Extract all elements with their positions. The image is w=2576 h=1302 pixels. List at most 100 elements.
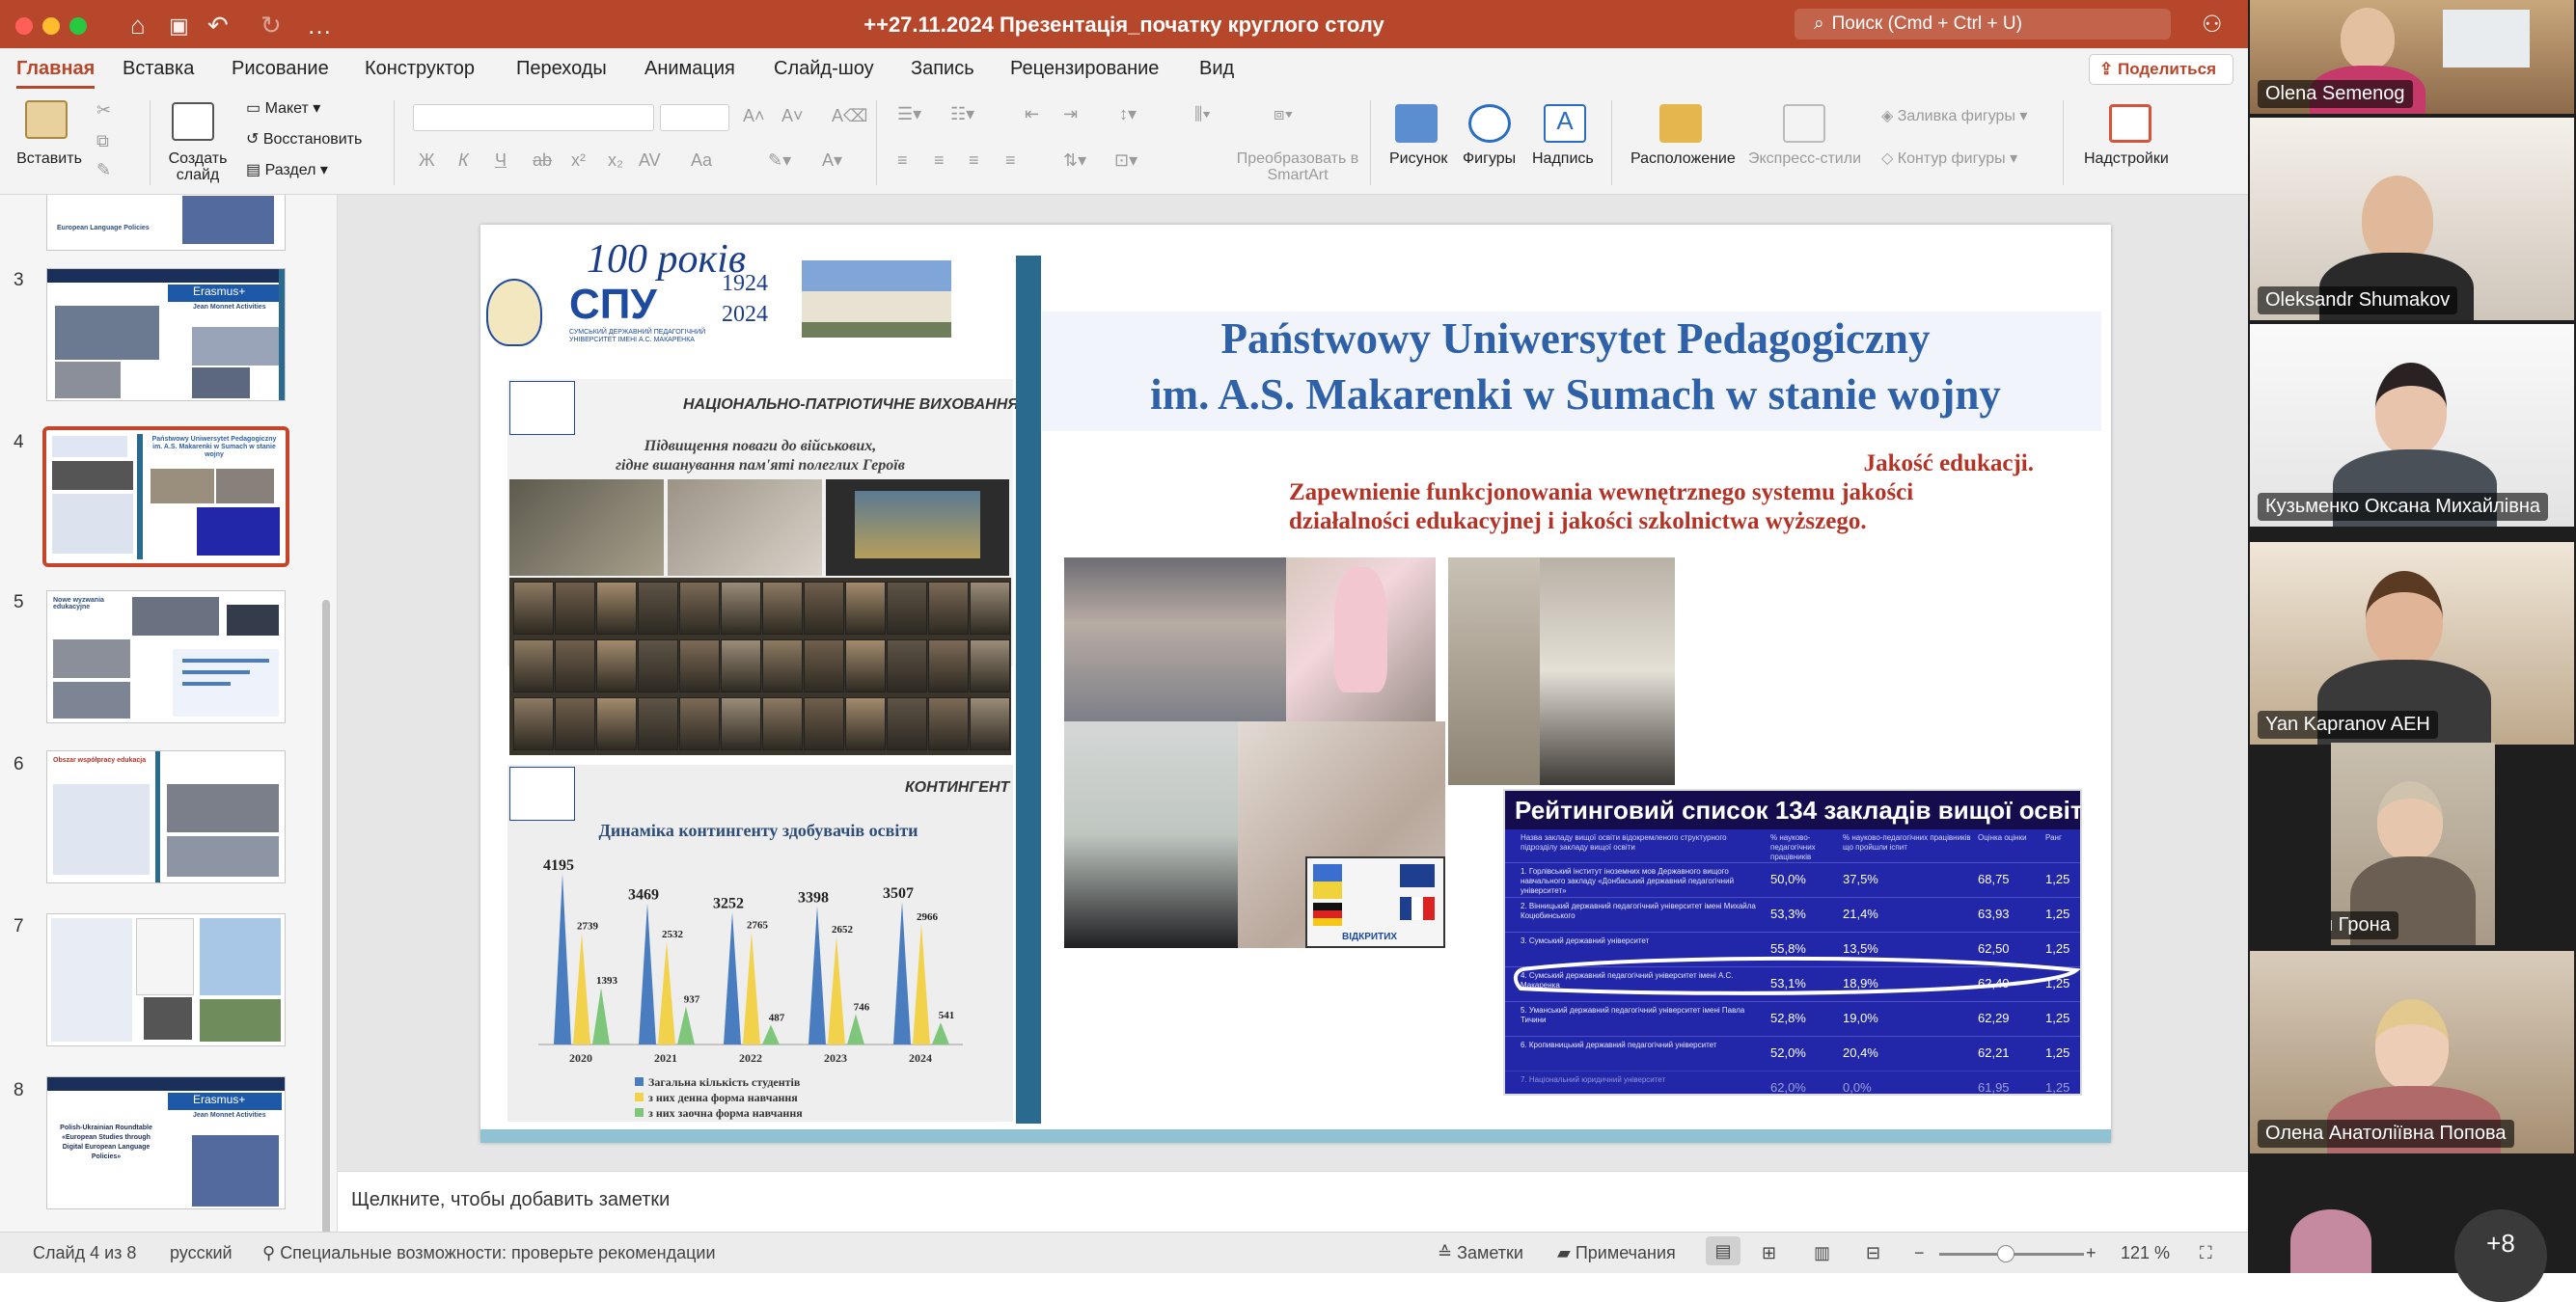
slide-thumbnail-8[interactable]: Erasmus+ Jean Monnet Activities Polish-U…	[46, 1076, 286, 1209]
undo-icon[interactable]: ↶	[207, 11, 229, 41]
slide-sorter-button[interactable]: ⊞	[1762, 1243, 1776, 1263]
textbox-icon[interactable]: A	[1544, 104, 1586, 143]
picture-icon[interactable]	[1395, 104, 1438, 143]
highlight-icon[interactable]: ✎▾	[768, 150, 791, 171]
zoom-out-button[interactable]: −	[1914, 1243, 1925, 1263]
increase-font-icon[interactable]: A˄	[743, 106, 765, 126]
tab-insert[interactable]: Вставка	[123, 58, 194, 80]
clipboard-icon[interactable]	[25, 100, 68, 139]
zoom-level[interactable]: 121 %	[2121, 1243, 2170, 1263]
bold-button[interactable]: Ж	[419, 150, 435, 171]
notes-toggle[interactable]: ≙ Заметки	[1438, 1243, 1523, 1263]
fit-slide-button[interactable]: ⛶	[2200, 1243, 2212, 1263]
participant-tile-5[interactable]: Наталія Грона	[2331, 743, 2495, 945]
comments-toggle[interactable]: ▰ Примечания	[1557, 1243, 1676, 1263]
copy-icon[interactable]: ⧉	[96, 131, 109, 151]
font-color-icon[interactable]: A▾	[822, 150, 842, 171]
participant-tile-6[interactable]: Олена Анатоліївна Попова	[2250, 951, 2574, 1153]
tab-design[interactable]: Конструктор	[365, 58, 475, 80]
bullets-icon[interactable]: ☰▾	[897, 104, 921, 124]
decrease-font-icon[interactable]: A˅	[781, 106, 804, 126]
notes-pane[interactable]: Щелкните, чтобы добавить заметки	[338, 1171, 2248, 1232]
line-spacing-icon[interactable]: ↕▾	[1119, 104, 1137, 124]
shape-fill-button[interactable]: ◈ Заливка фигуры ▾	[1881, 108, 2027, 124]
layout-button[interactable]: ▭ Макет ▾	[246, 100, 320, 117]
slide-thumbnail-3[interactable]: Erasmus+ Jean Monnet Activities	[46, 268, 286, 401]
align-text-icon[interactable]: ⊡▾	[1114, 150, 1137, 171]
tab-draw[interactable]: Рисование	[232, 58, 329, 80]
slide-thumbnail-5[interactable]: Nowe wyzwania edukacyjne	[46, 590, 286, 723]
tab-transitions[interactable]: Переходы	[516, 58, 607, 80]
smartart-icon[interactable]: ⧈▾	[1274, 104, 1293, 124]
paste-button[interactable]: Вставить	[15, 150, 83, 167]
current-slide[interactable]: 100 років СПУ 1924 2024 СУМСЬКИЙ ДЕРЖАВН…	[480, 225, 2111, 1143]
clear-format-icon[interactable]: A⌫	[832, 106, 867, 126]
section-button[interactable]: ▤ Раздел ▾	[246, 162, 328, 178]
font-family-select[interactable]	[413, 104, 654, 131]
slide-thumbnail-6[interactable]: Obszar współpracy edukacja	[46, 750, 286, 883]
tab-review[interactable]: Рецензирование	[1010, 58, 1159, 80]
subscript-button[interactable]: x₂	[608, 150, 623, 171]
picture-button[interactable]: Рисунок	[1389, 150, 1447, 167]
case-button[interactable]: Aa	[691, 150, 712, 171]
zoom-slider-thumb[interactable]	[1997, 1245, 2014, 1262]
tab-slideshow[interactable]: Слайд-шоу	[774, 58, 874, 80]
arrange-icon[interactable]	[1659, 104, 1702, 143]
share-button[interactable]: ⇪ Поделиться	[2089, 54, 2233, 85]
align-center-icon[interactable]: ≡	[934, 150, 945, 171]
language-indicator[interactable]: русский	[170, 1243, 233, 1263]
tab-record[interactable]: Запись	[911, 58, 974, 80]
participant-tile-4[interactable]: Yan Kapranov AEH	[2250, 542, 2574, 745]
tab-animations[interactable]: Анимация	[644, 58, 735, 80]
quick-styles-button[interactable]: Экспресс-стили	[1748, 150, 1861, 167]
increase-indent-icon[interactable]: ⇥	[1063, 104, 1078, 124]
tab-view[interactable]: Вид	[1199, 58, 1234, 80]
slideshow-button[interactable]: ⊟	[1866, 1243, 1880, 1263]
underline-button[interactable]: Ч	[495, 150, 507, 171]
justify-icon[interactable]: ≡	[1005, 150, 1016, 171]
textbox-button[interactable]: Надпись	[1532, 150, 1594, 167]
shapes-icon[interactable]	[1468, 104, 1511, 143]
decrease-indent-icon[interactable]: ⇤	[1025, 104, 1039, 124]
shape-outline-button[interactable]: ◇ Контур фигуры ▾	[1881, 150, 2017, 167]
save-icon[interactable]: ▣	[169, 14, 189, 39]
slide-thumbnail-4-selected[interactable]: Państwowy Uniwersytet Pedagogiczny im. A…	[42, 426, 289, 567]
minimize-window-button[interactable]	[42, 17, 60, 35]
addins-icon[interactable]	[2109, 104, 2151, 143]
rating-table-screenshot[interactable]: Рейтинговий список 134 закладів вищої ос…	[1503, 789, 2082, 1096]
shapes-button[interactable]: Фигуры	[1463, 150, 1516, 167]
new-slide-button[interactable]: Создать слайд	[159, 150, 236, 183]
reading-view-button[interactable]: ▥	[1814, 1243, 1830, 1263]
italic-button[interactable]: К	[458, 150, 469, 171]
more-participants-button[interactable]: +8	[2454, 1209, 2547, 1302]
participant-tile-3[interactable]: Кузьменко Оксана Михайлівна	[2250, 324, 2574, 527]
more-icon[interactable]: …	[307, 11, 332, 41]
spacing-button[interactable]: AV	[639, 150, 661, 171]
cut-icon[interactable]: ✂	[96, 100, 111, 121]
font-size-select[interactable]	[660, 104, 729, 131]
zoom-in-button[interactable]: +	[2086, 1243, 2096, 1263]
close-window-button[interactable]	[15, 17, 33, 35]
zoom-window-button[interactable]	[69, 17, 87, 35]
numbering-icon[interactable]: ☷▾	[950, 104, 974, 124]
convert-smartart-button[interactable]: Преобразовать в SmartArt	[1235, 150, 1360, 183]
format-painter-icon[interactable]: ✎	[96, 160, 111, 180]
tab-home[interactable]: Главная	[16, 58, 96, 89]
addins-button[interactable]: Надстройки	[2084, 150, 2169, 167]
participant-tile-1[interactable]: Olena Semenog	[2250, 0, 2574, 114]
home-icon[interactable]: ⌂	[130, 11, 146, 41]
thumbnail-scrollbar[interactable]	[322, 600, 330, 1232]
slide-thumbnail-7[interactable]	[46, 913, 286, 1046]
superscript-button[interactable]: x²	[571, 150, 586, 171]
align-right-icon[interactable]: ≡	[969, 150, 979, 171]
normal-view-button[interactable]: ▤	[1706, 1236, 1740, 1265]
align-left-icon[interactable]: ≡	[897, 150, 908, 171]
account-icon[interactable]: ⚇	[2202, 11, 2223, 39]
slide-thumbnail-2[interactable]: European Language Policies	[46, 195, 286, 251]
accessibility-checker[interactable]: ⚲ Специальные возможности: проверьте рек…	[262, 1243, 716, 1263]
participant-tile-2[interactable]: Oleksandr Shumakov	[2250, 118, 2574, 320]
reset-button[interactable]: ↺ Восстановить	[246, 131, 362, 148]
new-slide-icon[interactable]	[172, 102, 214, 141]
redo-icon[interactable]: ↻	[260, 11, 282, 41]
participant-avatar-partial[interactable]	[2290, 1209, 2371, 1273]
